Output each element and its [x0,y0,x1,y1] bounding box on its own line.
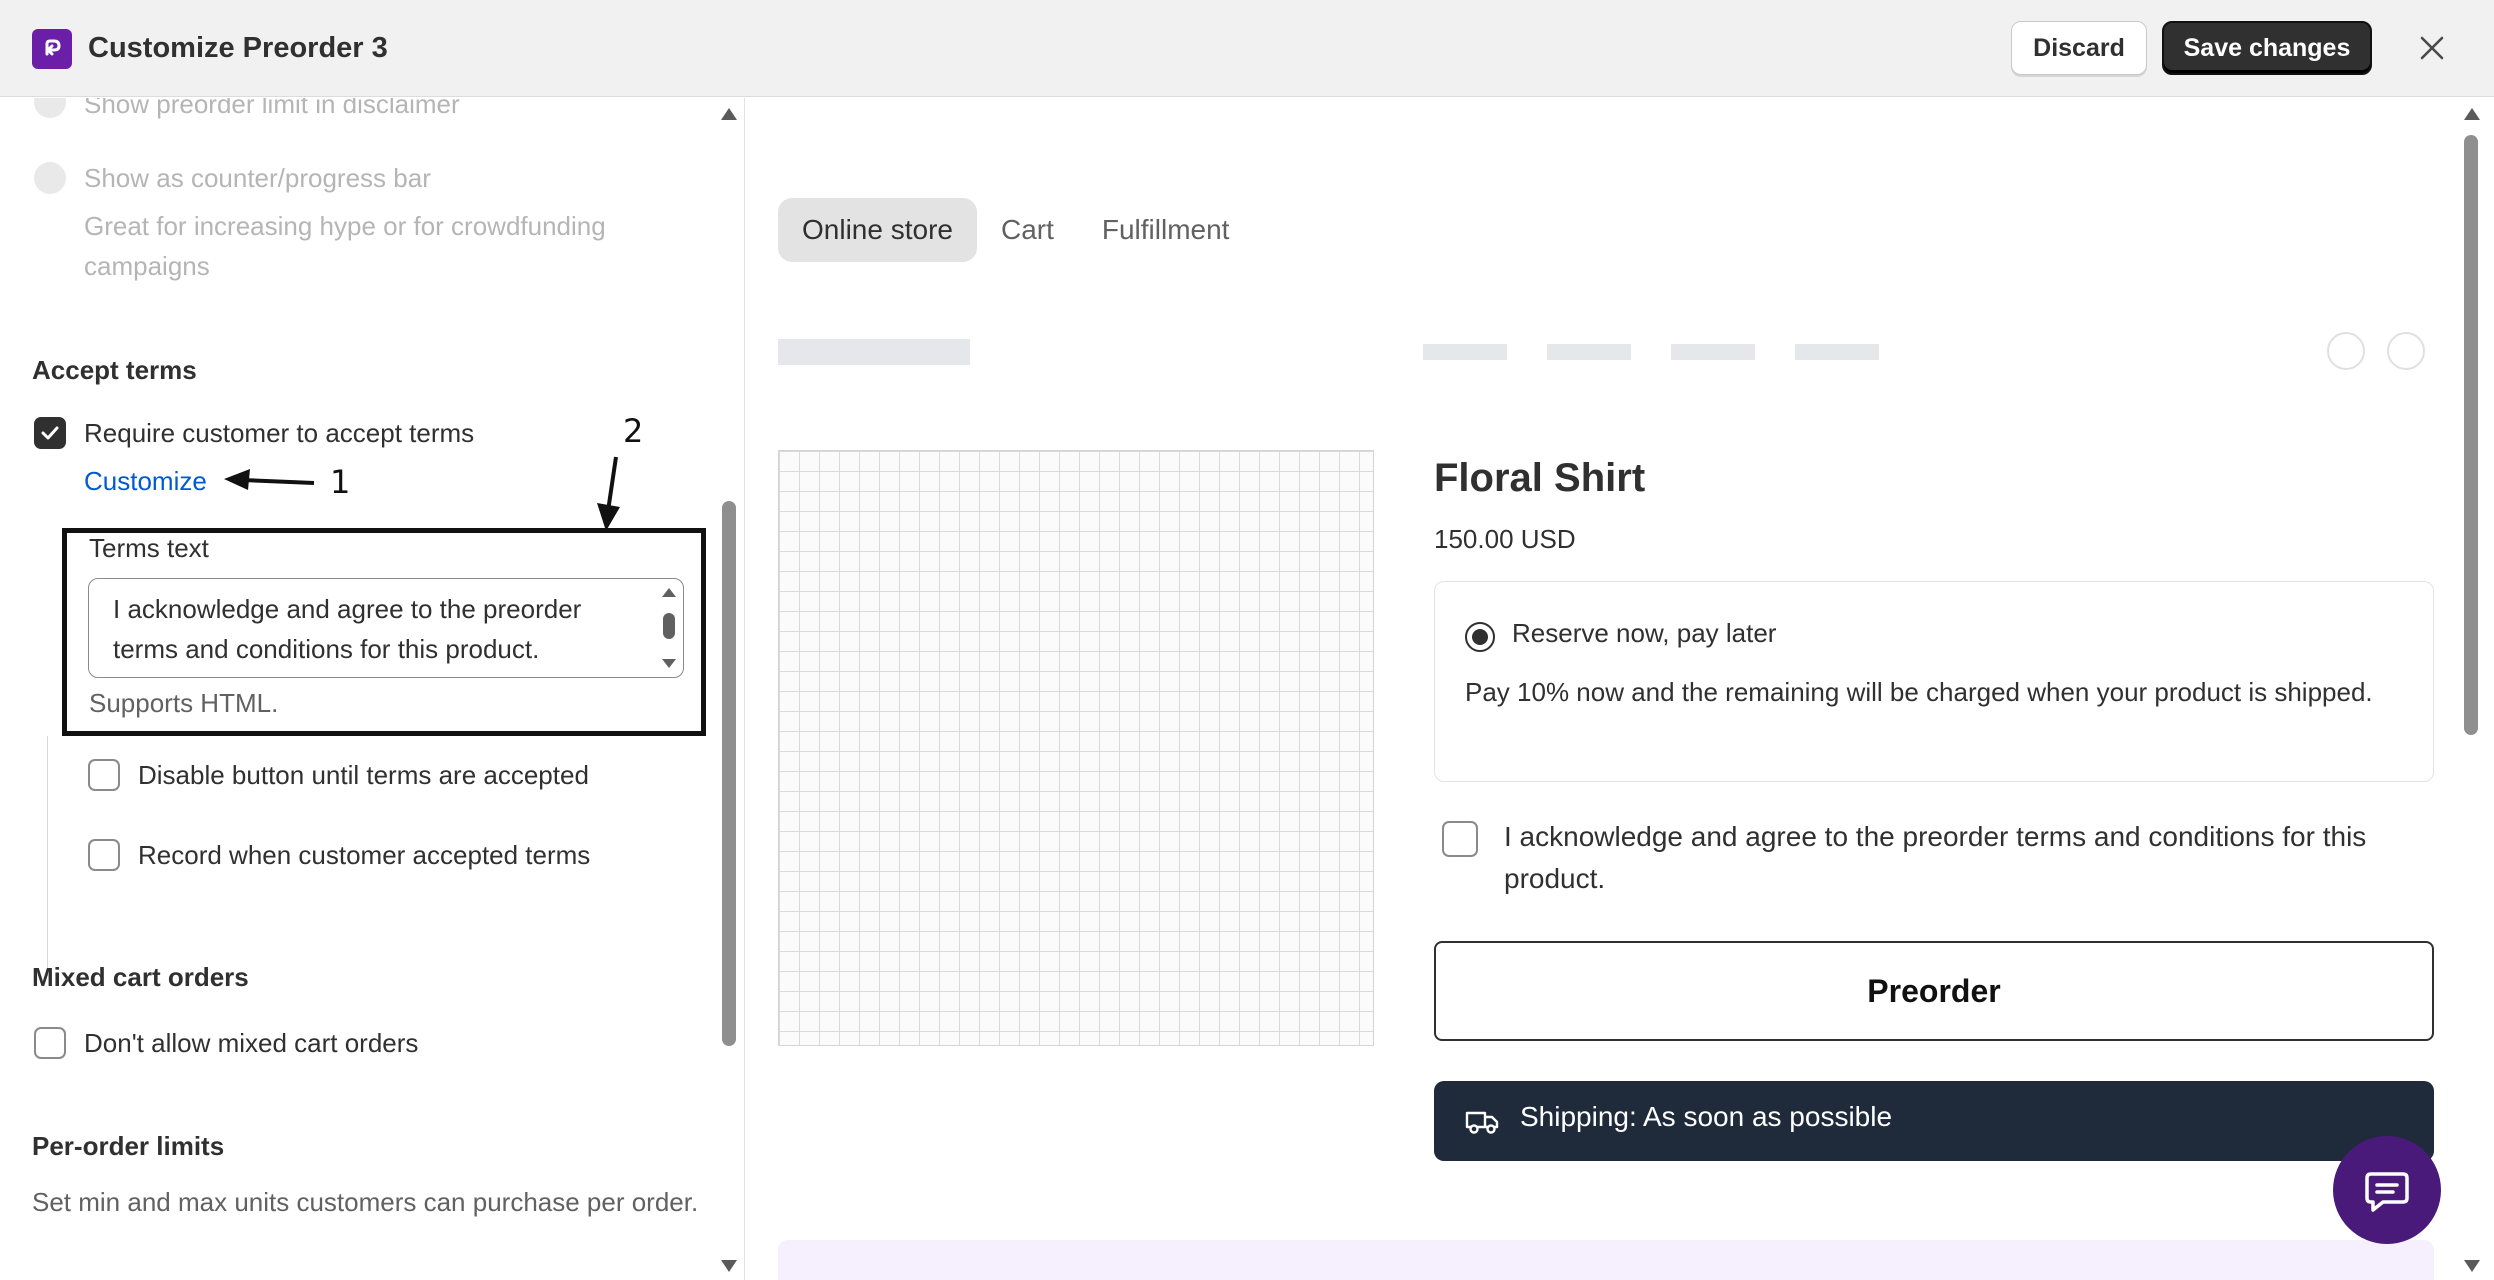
terms-text-value[interactable]: I acknowledge and agree to the preorder … [113,589,633,669]
product-image-placeholder [778,450,1374,1046]
show-limit-label: Show preorder limit in disclaimer [84,98,460,119]
annotation-number-2: 2 [623,412,644,450]
save-changes-button[interactable]: Save changes [2162,21,2372,75]
preview-tabs: Online store Cart Fulfillment [778,198,1253,262]
store-logo-placeholder [778,339,970,365]
show-counter-radio[interactable] [34,162,66,194]
tab-fulfillment[interactable]: Fulfillment [1078,198,1254,262]
supports-html-hint: Supports HTML. [89,688,279,718]
show-limit-radio[interactable] [34,98,66,118]
tab-cart[interactable]: Cart [977,198,1078,262]
product-price: 150.00 USD [1434,524,1576,554]
preview-terms-checkbox[interactable] [1442,821,1478,857]
right-scrollbar-thumb[interactable] [2464,135,2478,735]
terms-textarea-scrollbar[interactable] [659,585,679,671]
require-terms-label: Require customer to accept terms [84,418,475,448]
payment-option-card[interactable]: Reserve now, pay later Pay 10% now and t… [1434,581,2434,782]
modal-header: Customize Preorder 3 Discard Save change… [0,0,2494,97]
product-title: Floral Shirt [1434,456,1646,500]
disable-button-label: Disable button until terms are accepted [138,760,589,790]
terms-text-highlight-box: Terms text I acknowledge and agree to th… [62,528,706,736]
search-placeholder-icon [2327,332,2365,370]
record-accept-label: Record when customer accepted terms [138,840,591,870]
require-terms-checkbox[interactable] [34,417,66,449]
disable-button-checkbox[interactable] [88,759,120,791]
close-icon[interactable] [2412,28,2452,68]
preview-panel: Online store Cart Fulfillment Floral Shi… [746,98,2494,1280]
per-order-description: Set min and max units customers can purc… [32,1187,699,1217]
truck-icon [1465,1111,1499,1134]
chat-button[interactable] [2333,1136,2441,1244]
left-scrollbar-thumb[interactable] [722,501,736,1046]
preview-terms-text: I acknowledge and agree to the preorder … [1504,821,2367,894]
mixed-cart-heading: Mixed cart orders [32,962,249,992]
shipping-banner: Shipping: As soon as possible [1434,1081,2434,1161]
cart-placeholder-icon [2387,332,2425,370]
preorder-info-strip [778,1240,2434,1280]
annotation-number-1: 1 [330,463,351,501]
reserve-option-description: Pay 10% now and the remaining will be ch… [1465,677,2373,707]
per-order-heading: Per-order limits [32,1131,225,1161]
reserve-radio[interactable] [1465,622,1495,652]
nav-placeholder [1423,344,1507,360]
show-counter-description: Great for increasing hype or for crowdfu… [84,211,606,281]
mixed-cart-label: Don't allow mixed cart orders [84,1028,419,1058]
nav-placeholder [1795,344,1879,360]
nav-placeholder [1671,344,1755,360]
preorder-button[interactable]: Preorder [1434,941,2434,1041]
reserve-option-label: Reserve now, pay later [1512,618,1777,648]
annotation-arrow-1 [224,469,315,490]
record-accept-checkbox[interactable] [88,839,120,871]
terms-text-input[interactable]: I acknowledge and agree to the preorder … [88,578,684,678]
settings-panel[interactable]: Show preorder limit in disclaimer Show a… [0,98,745,1280]
shipping-text: Shipping: As soon as possible [1520,1101,1893,1132]
annotation-arrow-2 [597,456,620,531]
nav-placeholder [1547,344,1631,360]
tab-online-store[interactable]: Online store [778,198,977,262]
accept-terms-heading: Accept terms [32,355,197,385]
modal-title: Customize Preorder 3 [88,32,388,64]
app-logo-icon [32,29,72,69]
terms-text-label: Terms text [89,533,209,563]
indent-divider [47,736,48,976]
mixed-cart-checkbox[interactable] [34,1027,66,1059]
checkmark-icon [41,426,59,440]
discard-button[interactable]: Discard [2011,21,2147,75]
show-counter-label: Show as counter/progress bar [84,163,431,193]
customize-link[interactable]: Customize [84,466,207,497]
chat-icon [2365,1172,2409,1212]
